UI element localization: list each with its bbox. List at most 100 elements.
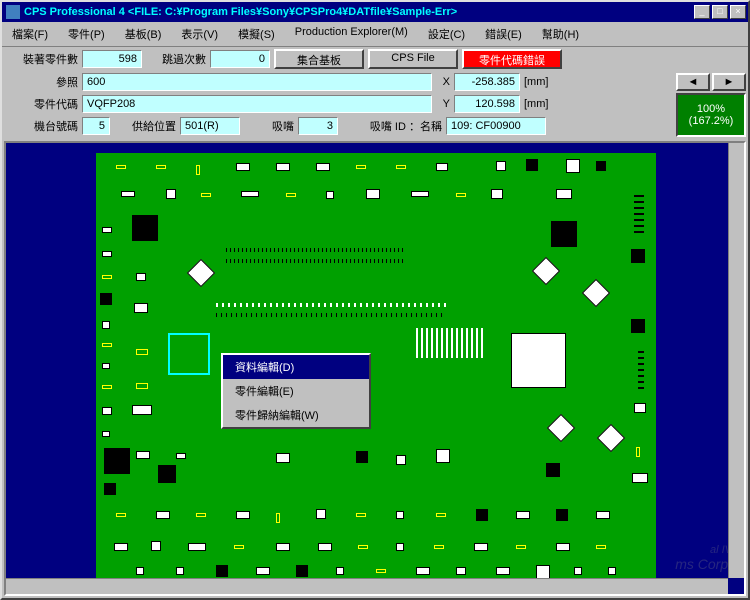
comp[interactable] xyxy=(241,191,259,197)
menu-simulation[interactable]: 模擬(S) xyxy=(228,24,285,44)
comp[interactable] xyxy=(556,509,568,521)
comp[interactable] xyxy=(276,453,290,463)
menu-view[interactable]: 表示(V) xyxy=(171,24,228,44)
comp[interactable] xyxy=(547,414,575,442)
cps-file-button[interactable]: CPS File xyxy=(368,49,458,69)
comp[interactable] xyxy=(116,513,126,517)
comp[interactable] xyxy=(236,511,250,519)
comp[interactable] xyxy=(114,543,128,551)
comp[interactable] xyxy=(187,259,215,287)
comp[interactable] xyxy=(276,513,280,523)
comp[interactable] xyxy=(396,455,406,465)
ctx-part-edit[interactable]: 零件編輯(E) xyxy=(223,379,369,403)
comp[interactable] xyxy=(176,567,184,575)
zoom-status[interactable]: 100% (167.2%) xyxy=(676,93,746,137)
comp[interactable] xyxy=(104,448,130,474)
comp[interactable] xyxy=(102,321,110,329)
comp[interactable] xyxy=(566,159,580,173)
comp[interactable] xyxy=(166,189,176,199)
comp[interactable] xyxy=(358,545,368,549)
selected-component[interactable] xyxy=(168,333,210,375)
ctx-data-edit[interactable]: 資料編輯(D) xyxy=(223,355,369,379)
maximize-button[interactable]: □ xyxy=(712,5,728,19)
comp[interactable] xyxy=(396,511,404,519)
comp[interactable] xyxy=(102,363,110,369)
comp[interactable] xyxy=(556,189,572,199)
comp[interactable] xyxy=(286,193,296,197)
comp[interactable] xyxy=(156,511,170,519)
comp[interactable] xyxy=(356,165,366,169)
comp[interactable] xyxy=(336,567,344,575)
comp[interactable] xyxy=(136,451,150,459)
assembly-board-button[interactable]: 集合基板 xyxy=(274,49,364,69)
comp[interactable] xyxy=(136,273,146,281)
comp[interactable] xyxy=(608,567,616,575)
comp[interactable] xyxy=(276,163,290,171)
ctx-part-group-edit[interactable]: 零件歸納編輯(W) xyxy=(223,403,369,427)
comp[interactable] xyxy=(136,349,148,355)
comp[interactable] xyxy=(102,227,112,233)
comp[interactable] xyxy=(132,215,158,241)
comp[interactable] xyxy=(416,567,430,575)
pcb-board[interactable] xyxy=(96,153,656,583)
menu-file[interactable]: 檔案(F) xyxy=(2,24,58,44)
comp[interactable] xyxy=(102,385,112,389)
comp[interactable] xyxy=(474,543,488,551)
comp[interactable] xyxy=(134,303,148,313)
comp[interactable] xyxy=(434,545,444,549)
ref-field[interactable]: 600 xyxy=(82,73,432,91)
minimize-button[interactable]: _ xyxy=(694,5,710,19)
comp[interactable] xyxy=(121,191,135,197)
comp[interactable] xyxy=(582,279,610,307)
comp[interactable] xyxy=(176,453,186,459)
comp[interactable] xyxy=(234,545,244,549)
comp[interactable] xyxy=(151,541,161,551)
comp[interactable] xyxy=(316,163,330,171)
nozid-field[interactable]: 109: CF00900 xyxy=(446,117,546,135)
comp[interactable] xyxy=(516,545,526,549)
menu-help[interactable]: 幫助(H) xyxy=(532,24,589,44)
comp[interactable] xyxy=(158,465,176,483)
comp[interactable] xyxy=(216,565,228,577)
comp[interactable] xyxy=(102,275,112,279)
comp[interactable] xyxy=(532,257,560,285)
y-field[interactable]: 120.598 xyxy=(454,95,520,113)
nav-next-button[interactable]: ► xyxy=(712,73,746,91)
comp[interactable] xyxy=(596,545,606,549)
comp[interactable] xyxy=(456,193,466,197)
close-button[interactable]: × xyxy=(730,5,746,19)
comp[interactable] xyxy=(456,567,466,575)
comp[interactable] xyxy=(551,221,577,247)
comp[interactable] xyxy=(511,333,566,388)
part-field[interactable]: VQFP208 xyxy=(82,95,432,113)
comp[interactable] xyxy=(102,343,112,347)
scrollbar-horizontal[interactable] xyxy=(6,578,728,594)
pcb-canvas[interactable]: 資料編輯(D) 零件編輯(E) 零件歸納編輯(W) al IV ms Corp. xyxy=(4,141,746,596)
comp[interactable] xyxy=(436,163,448,171)
comp[interactable] xyxy=(556,543,570,551)
comp[interactable] xyxy=(631,319,645,333)
x-field[interactable]: -258.385 xyxy=(454,73,520,91)
menu-error[interactable]: 錯誤(E) xyxy=(475,24,532,44)
comp[interactable] xyxy=(636,447,640,457)
comp[interactable] xyxy=(496,161,506,171)
comp[interactable] xyxy=(376,569,386,573)
comp[interactable] xyxy=(596,161,606,171)
comp[interactable] xyxy=(516,511,530,519)
comp[interactable] xyxy=(632,473,648,483)
comp[interactable] xyxy=(436,449,450,463)
comp[interactable] xyxy=(396,543,404,551)
comp[interactable] xyxy=(546,463,560,477)
comp[interactable] xyxy=(356,513,366,517)
menu-part[interactable]: 零件(P) xyxy=(58,24,115,44)
comp[interactable] xyxy=(396,165,406,169)
comp[interactable] xyxy=(366,189,380,199)
comp[interactable] xyxy=(597,424,625,452)
comp[interactable] xyxy=(296,565,308,577)
comp[interactable] xyxy=(631,249,645,263)
comp[interactable] xyxy=(104,483,116,495)
feed-field[interactable]: 501(R) xyxy=(180,117,240,135)
comp[interactable] xyxy=(236,163,250,171)
menu-production-explorer[interactable]: Production Explorer(M) xyxy=(285,24,418,44)
comp[interactable] xyxy=(116,165,126,169)
